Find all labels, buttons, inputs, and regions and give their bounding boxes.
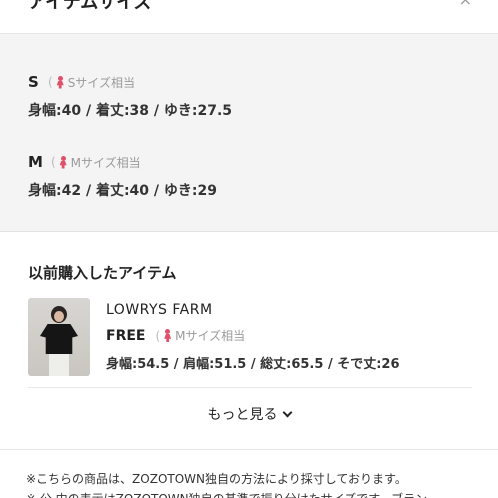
show-more-label: もっと見る — [207, 407, 278, 423]
size-row-s: S ( Sサイズ相当 身幅:40 / 着丈:38 / ゆき:27.5 — [28, 72, 232, 120]
size-row-m: M ( Mサイズ相当 身幅:42 / 着丈:40 / ゆき:29 — [28, 152, 217, 200]
person-icon — [60, 155, 67, 169]
thumbnail-garment — [40, 324, 78, 354]
item-size: FREE ( Mサイズ相当 — [106, 327, 245, 344]
thumbnail-face — [54, 311, 64, 322]
item-thumbnail[interactable] — [28, 298, 90, 376]
size-equivalent-tag: ( Sサイズ相当 — [48, 74, 135, 91]
note-line: ※こちらの商品は、ZOZOTOWN独自の方法により採寸しております。 — [26, 472, 407, 486]
chevron-down-icon — [282, 407, 292, 418]
previous-purchases-section: 以前購入したアイテム LOWRYS FARM FREE ( Mサイズ相当 身幅:… — [0, 232, 498, 450]
size-equivalent-tag: ( Mサイズ相当 — [51, 154, 141, 171]
person-icon — [57, 75, 64, 89]
paren: ( — [50, 155, 56, 169]
item-measurements: 身幅:54.5 / 肩幅:51.5 / 総丈:65.5 / そで丈:26 — [106, 357, 400, 372]
size-equivalent-label: Mサイズ相当 — [175, 329, 246, 343]
size-list: S ( Sサイズ相当 身幅:40 / 着丈:38 / ゆき:27.5 M ( M… — [0, 34, 498, 232]
purchased-item[interactable]: LOWRYS FARM FREE ( Mサイズ相当 身幅:54.5 / 肩幅:5… — [28, 298, 472, 388]
size-equivalent-label: Sサイズ相当 — [67, 75, 135, 90]
size-equivalent-label: Mサイズ相当 — [70, 155, 141, 170]
item-size-label: FREE — [106, 327, 146, 344]
size-letter: M — [28, 153, 43, 171]
size-letter: S — [28, 73, 39, 91]
paren: ( — [48, 75, 53, 89]
show-more-button[interactable]: もっと見る — [0, 404, 498, 424]
modal-header: アイテムサイズ × — [0, 0, 498, 34]
close-icon[interactable]: × — [459, 0, 472, 9]
thumbnail-pants — [49, 354, 69, 376]
item-brand: LOWRYS FARM — [106, 302, 213, 318]
section-title: 以前購入したアイテム — [28, 264, 177, 282]
page-title: アイテムサイズ — [28, 0, 152, 13]
size-equivalent-tag: ( Mサイズ相当 — [155, 327, 245, 344]
person-icon — [164, 329, 171, 342]
paren: ( — [155, 328, 161, 343]
notes-section: ※こちらの商品は、ZOZOTOWN独自の方法により採寸しております。 ※ 公 内… — [0, 450, 498, 498]
note-line: ※ 公 内の表示はZOZOTOWN独自の基準で振り分けたサイズです。ブラン — [26, 490, 427, 498]
size-measurements: 身幅:42 / 着丈:40 / ゆき:29 — [28, 183, 217, 199]
size-measurements: 身幅:40 / 着丈:38 / ゆき:27.5 — [28, 103, 233, 119]
